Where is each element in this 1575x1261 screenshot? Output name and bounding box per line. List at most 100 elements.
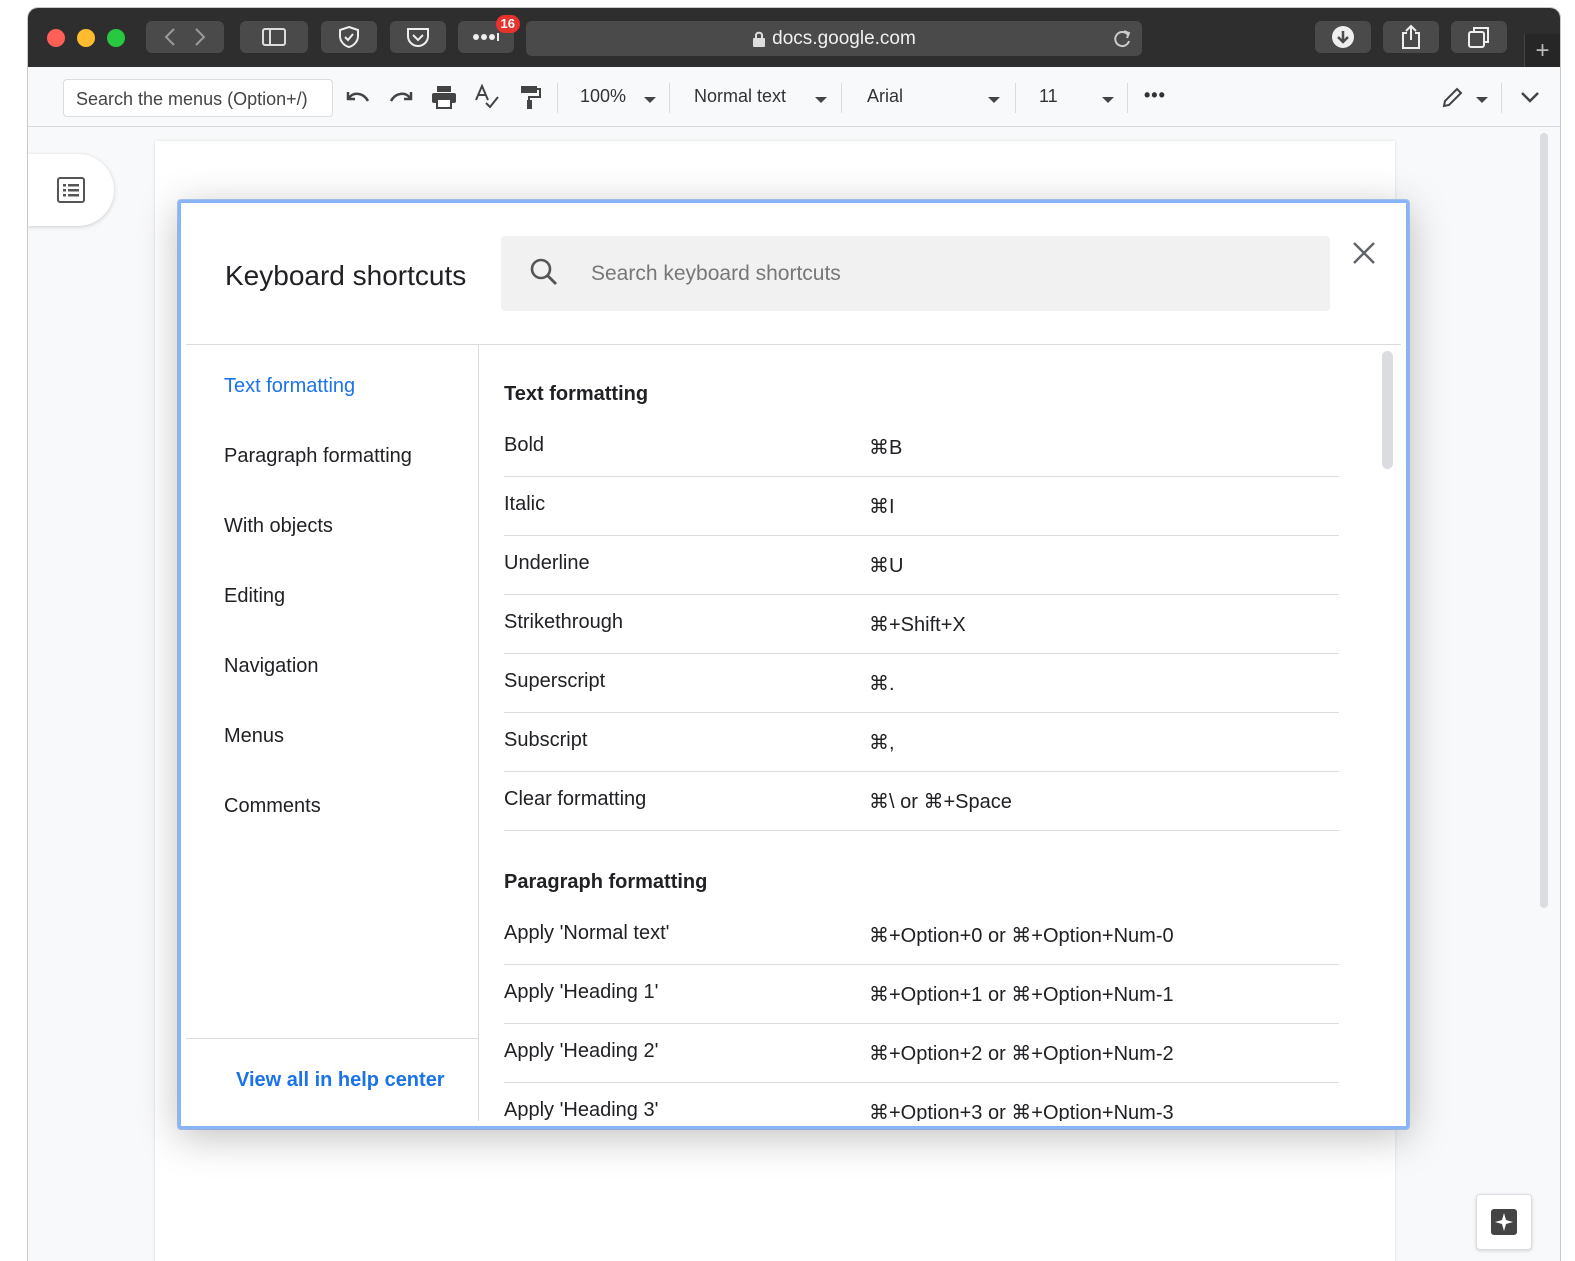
nav-item-editing[interactable]: Editing: [224, 585, 285, 608]
shortcut-category-nav: Text formatting Paragraph formatting Wit…: [186, 345, 479, 1121]
toolbar-divider: [669, 83, 670, 113]
shortcut-keys: ⌘I: [869, 496, 895, 518]
nav-item-text-formatting[interactable]: Text formatting: [224, 375, 355, 398]
close-dialog-button[interactable]: [1346, 235, 1382, 271]
nav-footer: View all in help center: [186, 1038, 478, 1121]
font-select[interactable]: Arial: [867, 86, 903, 107]
zoom-caret-icon[interactable]: [644, 97, 656, 103]
shortcut-action: Apply 'Heading 2': [504, 1040, 659, 1062]
zoom-window-button[interactable]: [107, 29, 125, 47]
more-options-icon[interactable]: •••: [1144, 85, 1166, 106]
font-caret-icon[interactable]: [988, 97, 1000, 103]
tab-overview-button[interactable]: [1451, 21, 1507, 53]
docs-toolbar: Search the menus (Option+/) 100% Normal …: [28, 67, 1560, 127]
shortcut-keys: ⌘U: [869, 555, 904, 577]
shortcut-list-scrollbar[interactable]: [1382, 351, 1393, 469]
nav-item-with-objects[interactable]: With objects: [224, 515, 333, 538]
shortcut-row: Subscript ⌘,: [504, 713, 1339, 772]
shortcut-action: Underline: [504, 552, 590, 574]
more-dots-icon: [472, 33, 500, 41]
minimize-window-button[interactable]: [77, 29, 95, 47]
print-icon[interactable]: [429, 82, 459, 112]
shortcut-keys: ⌘\ or ⌘+Space: [869, 791, 1012, 813]
shortcut-keys: ⌘.: [869, 673, 895, 695]
shortcut-search-input[interactable]: [591, 254, 1291, 294]
extensions-button[interactable]: 16: [458, 15, 520, 53]
shortcut-row: Strikethrough ⌘+Shift+X: [504, 595, 1339, 654]
browser-titlebar: 16 docs.google.com +: [28, 8, 1560, 67]
shortcut-row: Clear formatting ⌘\ or ⌘+Space: [504, 772, 1339, 831]
new-tab-button[interactable]: +: [1524, 34, 1560, 67]
reload-icon[interactable]: [1112, 28, 1132, 56]
style-caret-icon[interactable]: [815, 97, 827, 103]
undo-icon[interactable]: [343, 82, 373, 112]
section-title: Paragraph formatting: [504, 871, 708, 893]
nav-item-navigation[interactable]: Navigation: [224, 655, 319, 678]
back-forward-buttons[interactable]: [146, 21, 224, 53]
shortcut-action: Italic: [504, 493, 546, 515]
shortcut-row: Bold ⌘B: [504, 418, 1339, 477]
toolbar-divider: [557, 83, 558, 113]
url-text: docs.google.com: [772, 27, 916, 49]
shortcut-action: Apply 'Normal text': [504, 922, 670, 944]
sidebar-icon: [262, 28, 286, 46]
toolbar-divider: [841, 83, 842, 113]
pocket-button[interactable]: [390, 21, 446, 53]
shortcut-keys: ⌘+Option+1 or ⌘+Option+Num-1: [869, 984, 1174, 1006]
keyboard-shortcuts-dialog: Keyboard shortcuts Text formatting Parag…: [178, 200, 1409, 1129]
collapse-chevron-icon[interactable]: [1515, 82, 1545, 112]
shortcut-search-box[interactable]: [501, 236, 1330, 311]
paint-format-icon[interactable]: [515, 82, 545, 112]
outline-list-icon: [57, 177, 85, 203]
toolbar-divider: [1501, 83, 1502, 113]
help-center-link[interactable]: View all in help center: [236, 1069, 445, 1092]
download-icon: [1331, 25, 1355, 49]
nav-item-paragraph-formatting[interactable]: Paragraph formatting: [224, 445, 412, 468]
forward-icon[interactable]: [194, 27, 206, 47]
explore-button[interactable]: [1476, 1194, 1532, 1250]
shortcut-row: Apply 'Normal text' ⌘+Option+0 or ⌘+Opti…: [504, 906, 1339, 965]
editing-mode-pencil-icon[interactable]: [1438, 82, 1468, 112]
shield-icon: [338, 25, 360, 49]
shortcut-row: Apply 'Heading 1' ⌘+Option+1 or ⌘+Option…: [504, 965, 1339, 1024]
font-size-select[interactable]: 11: [1039, 86, 1058, 107]
shortcut-row: Underline ⌘U: [504, 536, 1339, 595]
toolbar-divider: [1015, 83, 1016, 113]
nav-item-comments[interactable]: Comments: [224, 795, 321, 818]
shortcut-row: Apply 'Heading 3' ⌘+Option+3 or ⌘+Option…: [504, 1083, 1339, 1121]
shortcut-keys: ⌘,: [869, 732, 895, 754]
editing-mode-caret-icon[interactable]: [1476, 97, 1488, 103]
share-icon: [1401, 24, 1421, 50]
explore-icon: [1490, 1208, 1518, 1236]
sidebar-toggle-button[interactable]: [240, 21, 308, 53]
spellcheck-icon[interactable]: [472, 82, 502, 112]
shortcut-action: Subscript: [504, 729, 588, 751]
shortcut-action: Bold: [504, 434, 545, 456]
shortcut-action: Apply 'Heading 3': [504, 1099, 659, 1121]
shortcut-keys: ⌘B: [869, 437, 903, 459]
shortcut-keys: ⌘+Option+2 or ⌘+Option+Num-2: [869, 1043, 1174, 1065]
shortcut-row: Apply 'Heading 2' ⌘+Option+2 or ⌘+Option…: [504, 1024, 1339, 1083]
lock-icon: [752, 30, 766, 48]
page-scrollbar[interactable]: [1540, 133, 1548, 908]
menu-search-input[interactable]: Search the menus (Option+/): [63, 79, 333, 117]
zoom-select[interactable]: 100%: [580, 86, 626, 107]
dialog-title: Keyboard shortcuts: [225, 260, 467, 291]
nav-item-menus[interactable]: Menus: [224, 725, 284, 748]
tabs-icon: [1468, 26, 1490, 48]
shortcut-keys: ⌘+Option+0 or ⌘+Option+Num-0: [869, 925, 1174, 947]
downloads-button[interactable]: [1315, 21, 1371, 53]
font-size-caret-icon[interactable]: [1102, 97, 1114, 103]
close-window-button[interactable]: [47, 29, 65, 47]
share-button[interactable]: [1383, 21, 1439, 53]
document-outline-button[interactable]: [28, 154, 114, 226]
plus-icon: +: [1535, 36, 1550, 64]
back-icon[interactable]: [164, 27, 176, 47]
privacy-shield-button[interactable]: [321, 21, 377, 53]
address-bar[interactable]: docs.google.com: [526, 21, 1142, 56]
redo-icon[interactable]: [386, 82, 416, 112]
shortcut-action: Clear formatting: [504, 788, 647, 810]
toolbar-divider: [1127, 83, 1128, 113]
close-icon: [1352, 241, 1376, 265]
style-select[interactable]: Normal text: [694, 86, 786, 107]
